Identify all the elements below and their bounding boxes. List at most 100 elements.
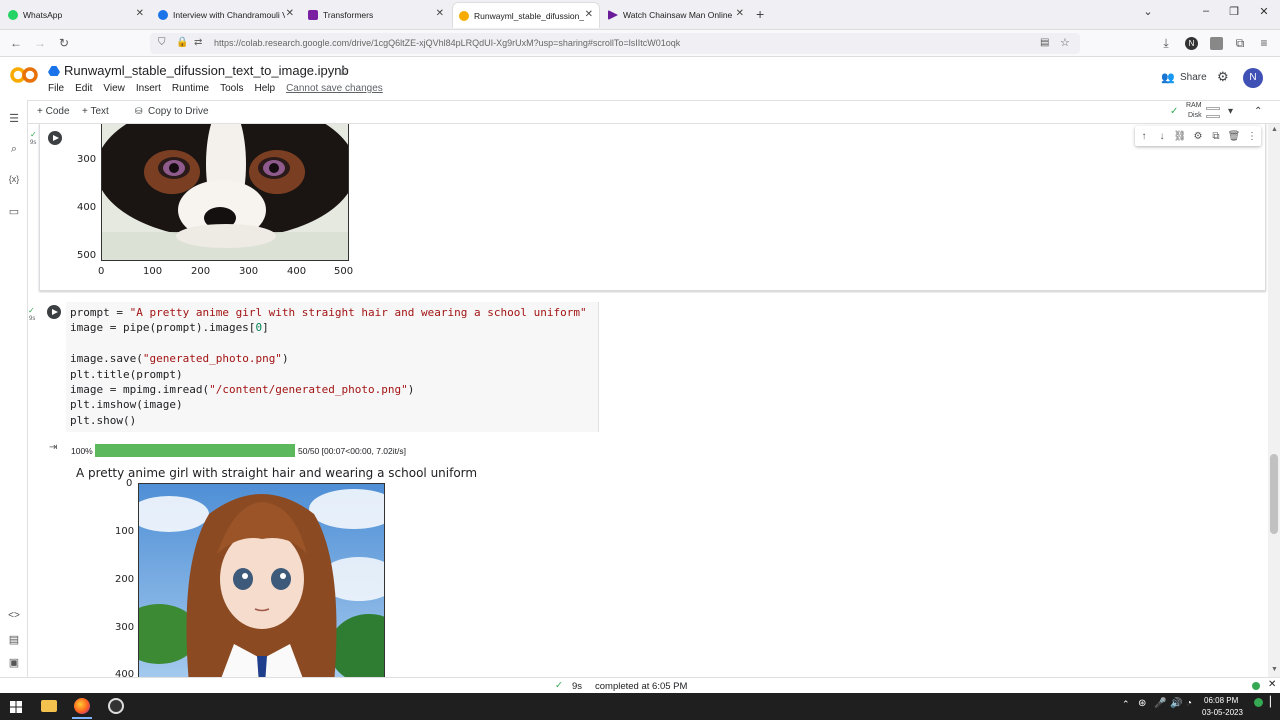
drive-icon <box>48 66 60 76</box>
scroll-up-icon[interactable]: ▲ <box>1271 126 1278 133</box>
colab-logo-icon[interactable] <box>10 65 38 85</box>
microphone-icon[interactable]: 🎤 <box>1154 698 1166 709</box>
code-line[interactable]: prompt = "A pretty anime girl with strai… <box>70 306 587 319</box>
file-explorer-icon[interactable] <box>41 700 57 712</box>
close-tab-icon[interactable]: ✕ <box>136 8 144 19</box>
new-tab-icon[interactable]: + <box>756 6 764 22</box>
list-tabs-icon[interactable]: ⌄ <box>1138 5 1158 18</box>
tab-colab-active[interactable]: Runwayml_stable_difussion_te ✕ <box>452 2 600 28</box>
code-snippets-icon[interactable]: <> <box>6 610 22 621</box>
wifi-icon[interactable]: ◔ <box>1186 698 1192 709</box>
add-code-button[interactable]: + Code <box>37 106 70 117</box>
code-editor[interactable]: prompt = "A pretty anime girl with strai… <box>66 302 599 432</box>
tab-interview[interactable]: Interview with Chandramouli Vi ✕ <box>152 2 300 28</box>
forward-icon[interactable]: → <box>32 36 48 50</box>
tray-app-icon[interactable]: ⊛ <box>1138 698 1146 709</box>
terminal-icon[interactable]: ▣ <box>6 656 22 669</box>
star-icon[interactable]: ☆ <box>338 63 350 79</box>
close-status-icon[interactable]: ✕ <box>1268 679 1276 690</box>
code-line[interactable]: image = mpimg.imread("/content/generated… <box>70 383 414 396</box>
code-token: image.save( <box>70 352 143 366</box>
close-tab-icon[interactable]: ✕ <box>585 9 593 20</box>
close-tab-icon[interactable]: ✕ <box>736 8 744 19</box>
link-icon[interactable]: ⛓ <box>1173 131 1187 142</box>
scrollbar-thumb[interactable] <box>1270 454 1278 534</box>
obs-icon[interactable] <box>108 698 124 714</box>
notebook-title[interactable]: Runwayml_stable_difussion_text_to_image.… <box>64 63 349 78</box>
variables-icon[interactable]: {x} <box>6 174 22 184</box>
reload-icon[interactable]: ↻ <box>56 36 72 50</box>
mirror-cell-icon[interactable]: ⧉ <box>1209 131 1223 142</box>
code-line[interactable]: plt.imshow(image) <box>70 398 183 411</box>
menu-runtime[interactable]: Runtime <box>172 83 209 94</box>
toc-icon[interactable]: ☰ <box>6 112 22 125</box>
profile-avatar[interactable]: N <box>1185 37 1198 50</box>
people-icon: 👥 <box>1161 72 1175 84</box>
clock-time[interactable]: 06:08 PM <box>1204 696 1238 705</box>
copy-to-drive-button[interactable]: Copy to Drive <box>148 106 209 117</box>
y-tick-label: 300 <box>77 154 97 165</box>
x-tick-label: 0 <box>98 266 105 277</box>
menu-insert[interactable]: Insert <box>136 83 161 94</box>
tab-chainsaw[interactable]: Watch Chainsaw Man Online in ✕ <box>602 2 750 28</box>
scroll-down-icon[interactable]: ▼ <box>1271 666 1278 673</box>
extensions-puzzle-icon[interactable]: ⧉ <box>1232 36 1248 50</box>
whatsapp-icon <box>8 10 18 20</box>
notification-icon[interactable]: ▏ <box>1270 697 1278 708</box>
restore-icon[interactable]: ❐ <box>1224 5 1244 18</box>
code-line[interactable]: plt.show() <box>70 414 136 427</box>
tab-whatsapp[interactable]: WhatsApp ✕ <box>2 2 150 28</box>
cell-settings-icon[interactable]: ⚙ <box>1191 131 1205 142</box>
close-tab-icon[interactable]: ✕ <box>436 8 444 19</box>
menu-view[interactable]: View <box>103 83 125 94</box>
collapse-header-icon[interactable]: ⌃ <box>1254 106 1262 117</box>
back-icon[interactable]: ← <box>8 36 24 50</box>
account-avatar[interactable]: N <box>1243 68 1263 88</box>
output-toggle-icon[interactable]: ⇥ <box>49 442 57 453</box>
search-icon[interactable]: ⌕ <box>6 143 22 156</box>
x-tick-label: 300 <box>239 266 259 277</box>
firefox-icon[interactable] <box>74 698 90 714</box>
bookmark-star-icon[interactable]: ☆ <box>1060 36 1070 49</box>
y-tick-label: 0 <box>126 478 133 489</box>
clock-date[interactable]: 03-05-2023 <box>1202 708 1243 717</box>
move-up-icon[interactable]: ↑ <box>1137 131 1151 142</box>
tab-transformers[interactable]: Transformers ✕ <box>302 2 450 28</box>
extension-icon[interactable] <box>1210 37 1223 50</box>
close-window-icon[interactable]: ✕ <box>1254 5 1274 18</box>
move-down-icon[interactable]: ↓ <box>1155 131 1169 142</box>
tray-chevron-icon[interactable]: ⌃ <box>1122 699 1130 710</box>
cannot-save-link[interactable]: Cannot save changes <box>286 83 383 94</box>
downloads-icon[interactable]: ⤓ <box>1158 36 1174 50</box>
share-button[interactable]: Share <box>1180 72 1207 83</box>
volume-icon[interactable]: 🔊 <box>1170 698 1182 709</box>
progress-detail: 50/50 [00:07<00:00, 7.02it/s] <box>298 446 406 456</box>
minimize-icon[interactable]: – <box>1196 5 1216 17</box>
code-line[interactable]: plt.title(prompt) <box>70 368 183 381</box>
close-tab-icon[interactable]: ✕ <box>286 8 294 19</box>
menu-help[interactable]: Help <box>254 83 275 94</box>
run-cell-button[interactable] <box>48 131 62 145</box>
resources-dropdown-icon[interactable]: ▾ <box>1228 106 1233 117</box>
code-line[interactable]: image = pipe(prompt).images[0] <box>70 321 269 334</box>
code-token: ) <box>407 383 415 396</box>
url-field[interactable]: ⛉ 🔒 ⇄ https://colab.research.google.com/… <box>150 33 1080 54</box>
code-line[interactable]: image.save("generated_photo.png") <box>70 352 289 365</box>
delete-icon[interactable]: 🗑 <box>1227 131 1241 142</box>
run-cell-button[interactable] <box>47 305 61 319</box>
menu-tools[interactable]: Tools <box>220 83 243 94</box>
settings-gear-icon[interactable]: ⚙ <box>1217 69 1229 85</box>
more-options-icon[interactable]: ⋮ <box>1245 131 1259 142</box>
notebook-content[interactable]: ✓ 9s ↑ ↓ ⛓ ⚙ ⧉ 🗑 ⋮ 300 400 500 0 100 200… <box>28 124 1268 677</box>
windows-start-icon[interactable] <box>10 701 22 713</box>
files-folder-icon[interactable]: ▭ <box>6 205 22 218</box>
menu-edit[interactable]: Edit <box>75 83 92 94</box>
add-text-button[interactable]: + Text <box>82 106 109 117</box>
command-palette-icon[interactable]: ▤ <box>6 633 22 646</box>
menu-file[interactable]: File <box>48 83 64 94</box>
tab-label: Interview with Chandramouli Vi <box>173 10 285 20</box>
notebook-scrollbar[interactable]: ▲ ▼ <box>1268 124 1280 677</box>
menu-icon[interactable]: ≡ <box>1256 36 1272 50</box>
reader-view-icon[interactable]: ▤ <box>1040 37 1049 48</box>
code-cell-1[interactable]: ✓ 9s ↑ ↓ ⛓ ⚙ ⧉ 🗑 ⋮ 300 400 500 0 100 200… <box>30 124 1266 291</box>
